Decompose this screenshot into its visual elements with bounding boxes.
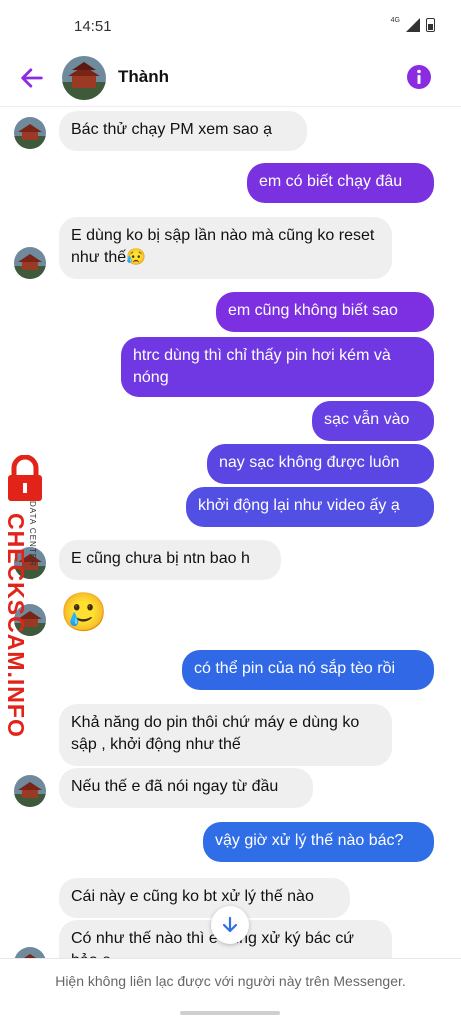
scroll-to-bottom-button[interactable] <box>211 906 249 944</box>
message-bubble-sent[interactable]: sạc vẫn vào <box>312 401 434 441</box>
contact-avatar[interactable] <box>62 56 106 100</box>
message-bubble-sent[interactable]: em cũng không biết sao <box>216 292 434 332</box>
chat-header: Thành <box>0 52 461 107</box>
lock-icon <box>8 455 42 501</box>
back-arrow-icon[interactable] <box>18 64 46 92</box>
notice-text: Hiện không liên lạc được với người này t… <box>55 973 406 989</box>
sender-avatar <box>14 947 46 958</box>
message-bubble-received[interactable]: E cũng chưa bị ntn bao h <box>59 540 281 580</box>
sender-avatar <box>14 117 46 149</box>
emoji-message[interactable]: 🥲 <box>60 593 107 633</box>
message-bubble-sent[interactable]: em có biết chạy đâu <box>247 163 434 203</box>
message-bubble-received[interactable]: Nếu thế e đã nói ngay từ đầu <box>59 768 313 808</box>
sender-avatar <box>14 775 46 807</box>
home-indicator <box>180 1011 280 1015</box>
message-bubble-sent[interactable]: vậy giờ xử lý thế nào bác? <box>203 822 434 862</box>
status-icons: 4G <box>390 16 435 32</box>
message-bubble-sent[interactable]: nay sạc không được luôn <box>207 444 434 484</box>
status-time: 14:51 <box>74 18 112 35</box>
status-bar: 14:51 4G <box>0 0 461 52</box>
network-type: 4G <box>390 16 400 24</box>
message-bubble-sent[interactable]: htrc dùng thì chỉ thấy pin hơi kém và nó… <box>121 337 434 397</box>
message-bubble-received[interactable]: Bác thử chạy PM xem sao ạ <box>59 111 307 151</box>
signal-icon <box>406 18 420 32</box>
sender-avatar <box>14 247 46 279</box>
message-list[interactable]: Bác thử chạy PM xem sao ạ em có biết chạ… <box>0 107 461 958</box>
watermark-sub: DATA CENTER <box>28 501 37 567</box>
info-icon[interactable] <box>406 64 432 90</box>
message-bubble-received[interactable]: Cái này e cũng ko bt xử lý thế nào <box>59 878 350 918</box>
battery-icon <box>426 18 435 32</box>
message-bubble-sent[interactable]: có thể pin của nó sắp tèo rồi <box>182 650 434 690</box>
message-bubble-received[interactable]: Khả năng do pin thôi chứ máy e dùng ko s… <box>59 704 392 766</box>
message-bubble-sent[interactable]: khởi động lại như video ấy ạ <box>186 487 434 527</box>
watermark-brand: CHECKSCAM.INFO <box>3 513 29 738</box>
composer-disabled-notice: Hiện không liên lạc được với người này t… <box>0 958 461 1007</box>
watermark: CHECKSCAM.INFO DATA CENTER <box>0 455 56 738</box>
message-bubble-received[interactable]: E dùng ko bị sập lần nào mà cũng ko rese… <box>59 217 392 279</box>
contact-name[interactable]: Thành <box>118 67 169 87</box>
arrow-down-icon <box>222 916 238 933</box>
